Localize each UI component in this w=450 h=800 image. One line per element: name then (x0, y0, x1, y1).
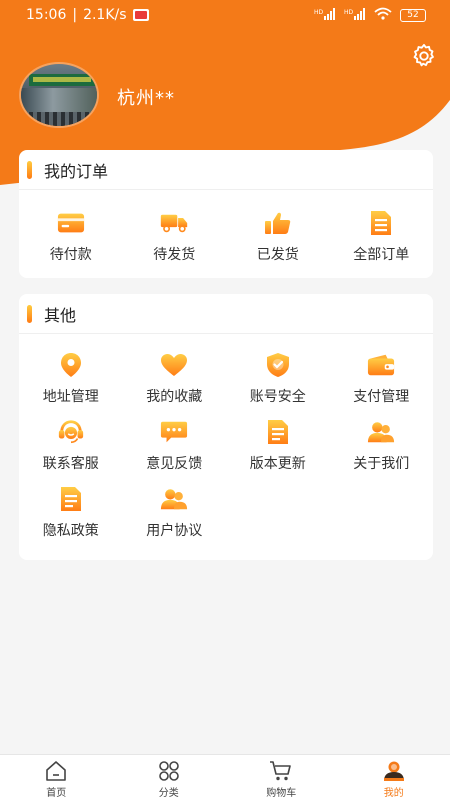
bottom-nav: 首页 分类 购物车 我的 (0, 754, 450, 800)
home-icon (46, 761, 67, 781)
menu-label: 联系客服 (42, 456, 99, 472)
my-favorites[interactable]: 我的收藏 (123, 352, 227, 406)
chat-bubble-icon (160, 419, 188, 445)
orders-grid: 待付款 待发货 已发货 全部订单 (19, 210, 433, 264)
menu-label: 地址管理 (42, 389, 99, 405)
headset-icon (57, 419, 85, 445)
nav-category[interactable]: 分类 (113, 755, 226, 800)
privacy-policy[interactable]: 隐私政策 (19, 486, 123, 540)
document-icon (264, 419, 292, 445)
nav-label: 我的 (383, 788, 404, 799)
wallet-icon (367, 352, 395, 378)
nav-label: 分类 (158, 788, 179, 799)
wifi-icon (374, 7, 392, 23)
order-label: 已发货 (256, 247, 299, 263)
svg-text:HD: HD (344, 9, 354, 16)
other-grid: 地址管理 我的收藏 账号安全 支付管理 联系客服 意见反馈 版本更新 关于我们 … (19, 352, 433, 540)
order-all[interactable]: 全部订单 (330, 210, 434, 264)
account-security[interactable]: 账号安全 (226, 352, 330, 406)
list-doc-icon (367, 210, 395, 236)
address-management[interactable]: 地址管理 (19, 352, 123, 406)
menu-label: 用户协议 (146, 523, 203, 539)
profile-icon (383, 761, 404, 781)
nav-cart[interactable]: 购物车 (225, 755, 338, 800)
status-time: 15:06 (26, 7, 67, 23)
menu-label: 支付管理 (353, 389, 410, 405)
users-icon (160, 486, 188, 512)
orders-title: 我的订单 (44, 161, 109, 181)
battery-icon: 52 (400, 8, 426, 22)
order-label: 全部订单 (353, 247, 410, 263)
nav-profile[interactable]: 我的 (338, 755, 450, 800)
location-pin-icon (57, 352, 85, 378)
notification-app-icon (132, 9, 149, 21)
signal-2-icon: HD (344, 7, 366, 23)
menu-label: 隐私政策 (42, 523, 99, 539)
about-us[interactable]: 关于我们 (330, 419, 434, 473)
version-update[interactable]: 版本更新 (226, 419, 330, 473)
cart-icon (270, 761, 292, 781)
order-label: 待发货 (153, 247, 196, 263)
payment-management[interactable]: 支付管理 (330, 352, 434, 406)
status-bar: 15:06 | 2.1K/s HD HD 52 (0, 0, 450, 30)
svg-text:HD: HD (314, 9, 324, 16)
nav-label: 购物车 (266, 788, 297, 799)
menu-label: 意见反馈 (146, 456, 203, 472)
menu-label: 关于我们 (353, 456, 410, 472)
nav-label: 首页 (46, 788, 67, 799)
thumbs-up-icon (264, 210, 292, 236)
truck-icon (160, 210, 188, 236)
card-icon (57, 210, 85, 236)
order-pending-payment[interactable]: 待付款 (19, 210, 123, 264)
menu-label: 版本更新 (249, 456, 306, 472)
other-card: 其他 地址管理 我的收藏 账号安全 支付管理 联系客服 意见反馈 版本更新 关于… (19, 294, 433, 560)
settings-gear-icon[interactable] (410, 42, 438, 70)
order-pending-shipment[interactable]: 待发货 (123, 210, 227, 264)
feedback[interactable]: 意见反馈 (123, 419, 227, 473)
other-card-header: 其他 (19, 294, 433, 334)
signal-1-icon: HD (314, 7, 336, 23)
avatar[interactable] (19, 62, 99, 128)
shield-check-icon (264, 352, 292, 378)
order-shipped[interactable]: 已发货 (226, 210, 330, 264)
menu-label: 账号安全 (249, 389, 306, 405)
nav-home[interactable]: 首页 (0, 755, 113, 800)
section-accent-bar (27, 160, 32, 179)
orders-card-header: 我的订单 (19, 150, 433, 190)
other-title: 其他 (44, 305, 77, 325)
users-icon (367, 419, 395, 445)
user-agreement[interactable]: 用户协议 (123, 486, 227, 540)
contact-support[interactable]: 联系客服 (19, 419, 123, 473)
username: 杭州** (117, 88, 175, 109)
heart-icon (160, 352, 188, 378)
orders-card: 我的订单 待付款 待发货 已发货 全部订单 (19, 150, 433, 278)
section-accent-bar (27, 304, 32, 323)
menu-label: 我的收藏 (146, 389, 203, 405)
status-speed: 2.1K/s (83, 7, 127, 23)
order-label: 待付款 (49, 247, 92, 263)
category-icon (158, 761, 179, 781)
document-icon (57, 486, 85, 512)
